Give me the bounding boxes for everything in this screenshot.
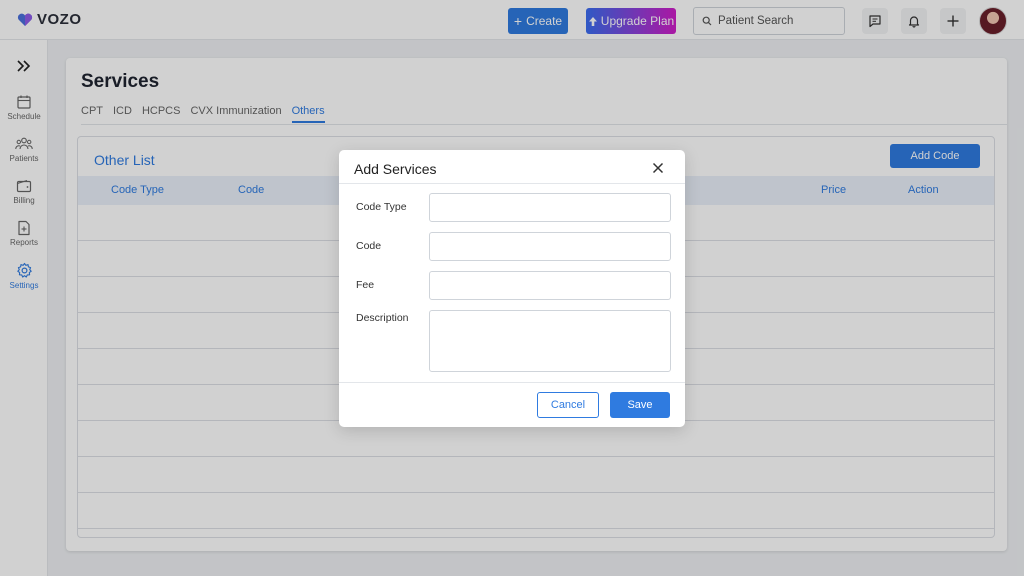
dialog-footer-divider (339, 382, 685, 383)
fee-field[interactable] (429, 271, 671, 300)
code-type-field[interactable] (429, 193, 671, 222)
code-type-label: Code Type (356, 201, 407, 213)
dialog-header: Add Services (339, 150, 685, 184)
code-label: Code (356, 240, 382, 252)
code-field[interactable] (429, 232, 671, 261)
close-icon[interactable] (652, 162, 664, 174)
add-services-dialog: Add Services Code Type Code Fee Descript… (339, 150, 685, 427)
dialog-title: Add Services (354, 161, 437, 177)
description-field[interactable] (429, 310, 671, 372)
save-button[interactable]: Save (610, 392, 670, 418)
description-label: Description (356, 312, 409, 324)
fee-label: Fee (356, 279, 375, 291)
cancel-button[interactable]: Cancel (537, 392, 599, 418)
